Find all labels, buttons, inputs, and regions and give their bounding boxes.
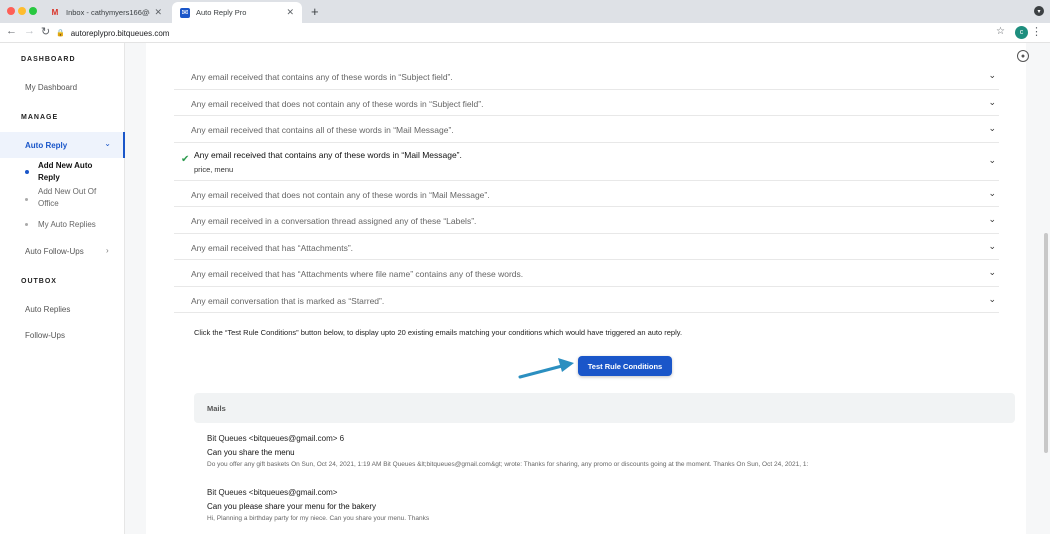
forward-arrow-icon[interactable]: → — [24, 25, 35, 37]
close-tab-icon[interactable]: ✕ — [154, 7, 162, 18]
sidebar-item-my-auto-replies[interactable]: My Auto Replies — [38, 219, 108, 231]
test-hint-text: Click the “Test Rule Conditions” button … — [194, 328, 683, 337]
chevron-right-icon: › — [106, 246, 109, 255]
tab-search-icon[interactable]: ▾ — [1034, 6, 1044, 16]
mail-snippet: Do you offer any gift baskets On Sun, Oc… — [207, 461, 809, 468]
mail-subject: Can you please share your menu for the b… — [207, 502, 376, 511]
rule-keywords-value: price, menu — [194, 164, 234, 174]
rule-option-label: Any email received that contains all of … — [191, 125, 454, 135]
rule-option-label: Any email received in a conversation thr… — [191, 216, 477, 226]
mail-sender: Bit Queues <bitqueues@gmail.com> 6 — [207, 434, 345, 443]
rule-option-selected[interactable]: ✔ Any email received that contains any o… — [174, 143, 999, 181]
section-heading-manage: MANAGE — [21, 114, 59, 121]
mail-item[interactable]: Bit Queues <bitqueues@gmail.com> Can you… — [207, 488, 1007, 522]
rule-option[interactable]: Any email received that has “Attachments… — [174, 260, 999, 287]
bullet-icon — [25, 198, 28, 201]
url-text: autoreplypro.bitqueues.com — [70, 28, 170, 38]
rule-option[interactable]: Any email received that does not contain… — [174, 181, 999, 207]
chevron-down-icon[interactable]: ⌄ — [988, 294, 996, 305]
chevron-down-icon[interactable]: ⌄ — [988, 70, 996, 81]
bookmark-star-icon[interactable]: ☆ — [996, 26, 1005, 37]
sidebar-item-label: Auto Reply — [25, 141, 68, 150]
rule-option[interactable]: Any email received that contains any of … — [174, 63, 999, 90]
chevron-down-icon[interactable]: ⌄ — [988, 188, 996, 199]
sidebar-item-add-new-auto-reply[interactable]: Add New Auto Reply — [38, 160, 108, 184]
chevron-down-icon[interactable]: ⌄ — [988, 214, 996, 225]
chevron-down-icon[interactable]: ⌄ — [988, 155, 996, 166]
rule-option[interactable]: Any email received in a conversation thr… — [174, 207, 999, 234]
chevron-down-icon[interactable]: ⌄ — [988, 267, 996, 278]
chevron-down-icon[interactable]: ⌄ — [988, 97, 996, 108]
section-heading-outbox: OUTBOX — [21, 278, 57, 285]
sidebar: DASHBOARD My Dashboard MANAGE Auto Reply… — [0, 43, 125, 534]
close-tab-icon[interactable]: ✕ — [286, 7, 294, 18]
rule-option[interactable]: Any email conversation that is marked as… — [174, 287, 999, 313]
sidebar-item-follow-ups[interactable]: Follow-Ups — [25, 331, 65, 340]
rule-conditions-card: Any email received that contains any of … — [146, 43, 1026, 534]
test-rule-conditions-button[interactable]: Test Rule Conditions — [578, 356, 672, 376]
section-heading-dashboard: DASHBOARD — [21, 56, 76, 63]
gmail-icon: M — [51, 8, 59, 17]
back-arrow-icon[interactable]: ← — [6, 25, 17, 37]
checkmark-icon: ✔ — [181, 153, 190, 165]
sidebar-item-auto-reply[interactable]: Auto Reply ⌄ — [0, 132, 125, 158]
user-account-icon[interactable]: ● — [1017, 50, 1029, 62]
chevron-down-icon: ⌄ — [104, 139, 111, 148]
tab-gmail-inbox[interactable]: M Inbox - cathymyers166@gmail ✕ — [42, 2, 170, 23]
rule-option-label: Any email received that does not contain… — [191, 98, 484, 109]
rule-option-label: Any email conversation that is marked as… — [191, 295, 385, 306]
auto-reply-pro-icon: ✉ — [180, 7, 190, 18]
rule-option[interactable]: Any email received that has “Attachments… — [174, 234, 999, 260]
sidebar-item-add-new-out-of-office[interactable]: Add New Out Of Office — [38, 186, 108, 210]
mail-item[interactable]: Bit Queues <bitqueues@gmail.com> 6 Can y… — [207, 434, 1007, 468]
pointer-arrow-icon — [518, 358, 574, 379]
rule-option[interactable]: Any email received that does not contain… — [174, 90, 999, 116]
new-tab-button[interactable]: + — [311, 4, 319, 19]
address-bar: ← → ↻ 🔒 autoreplypro.bitqueues.com ☆ c ⋮ — [0, 23, 1050, 43]
window-maximize-button[interactable] — [29, 7, 37, 15]
rule-option-label: Any email received that contains any of … — [191, 72, 453, 82]
rule-option-label: Any email received that contains any of … — [194, 149, 462, 160]
chevron-down-icon[interactable]: ⌄ — [988, 241, 996, 252]
page-scrollbar[interactable] — [1044, 233, 1048, 453]
chevron-down-icon[interactable]: ⌄ — [988, 123, 996, 134]
mail-subject: Can you share the menu — [207, 448, 295, 457]
tab-auto-reply-pro[interactable]: ✉ Auto Reply Pro ✕ — [172, 2, 302, 23]
bullet-icon — [25, 170, 29, 174]
sidebar-item-my-dashboard[interactable]: My Dashboard — [25, 83, 77, 92]
profile-avatar[interactable]: c — [1015, 26, 1028, 39]
rule-option-label: Any email received that has “Attachments… — [191, 269, 524, 279]
mail-snippet: Hi, Planning a birthday party for my nie… — [207, 515, 430, 522]
rule-conditions-list: Any email received that contains any of … — [174, 63, 999, 313]
main-content: Any email received that contains any of … — [125, 43, 1050, 534]
sidebar-item-auto-follow-ups[interactable]: Auto Follow-Ups — [25, 247, 84, 256]
mails-header: Mails — [194, 393, 1015, 423]
lock-icon: 🔒 — [56, 30, 65, 37]
bullet-icon — [25, 223, 28, 226]
window-minimize-button[interactable] — [18, 7, 26, 15]
sidebar-item-auto-replies[interactable]: Auto Replies — [25, 305, 70, 314]
rule-option-label: Any email received that has “Attachments… — [191, 242, 354, 253]
rule-option[interactable]: Any email received that contains all of … — [174, 116, 999, 143]
mail-sender: Bit Queues <bitqueues@gmail.com> — [207, 488, 338, 497]
browser-tab-bar: M Inbox - cathymyers166@gmail ✕ ✉ Auto R… — [0, 0, 1050, 23]
url-field[interactable]: 🔒 autoreplypro.bitqueues.com — [56, 25, 1006, 41]
reload-icon[interactable]: ↻ — [41, 25, 50, 38]
rule-option-label: Any email received that does not contain… — [191, 189, 490, 200]
browser-menu-icon[interactable]: ⋮ — [1031, 25, 1042, 38]
window-close-button[interactable] — [7, 7, 15, 15]
mails-heading: Mails — [207, 404, 226, 413]
